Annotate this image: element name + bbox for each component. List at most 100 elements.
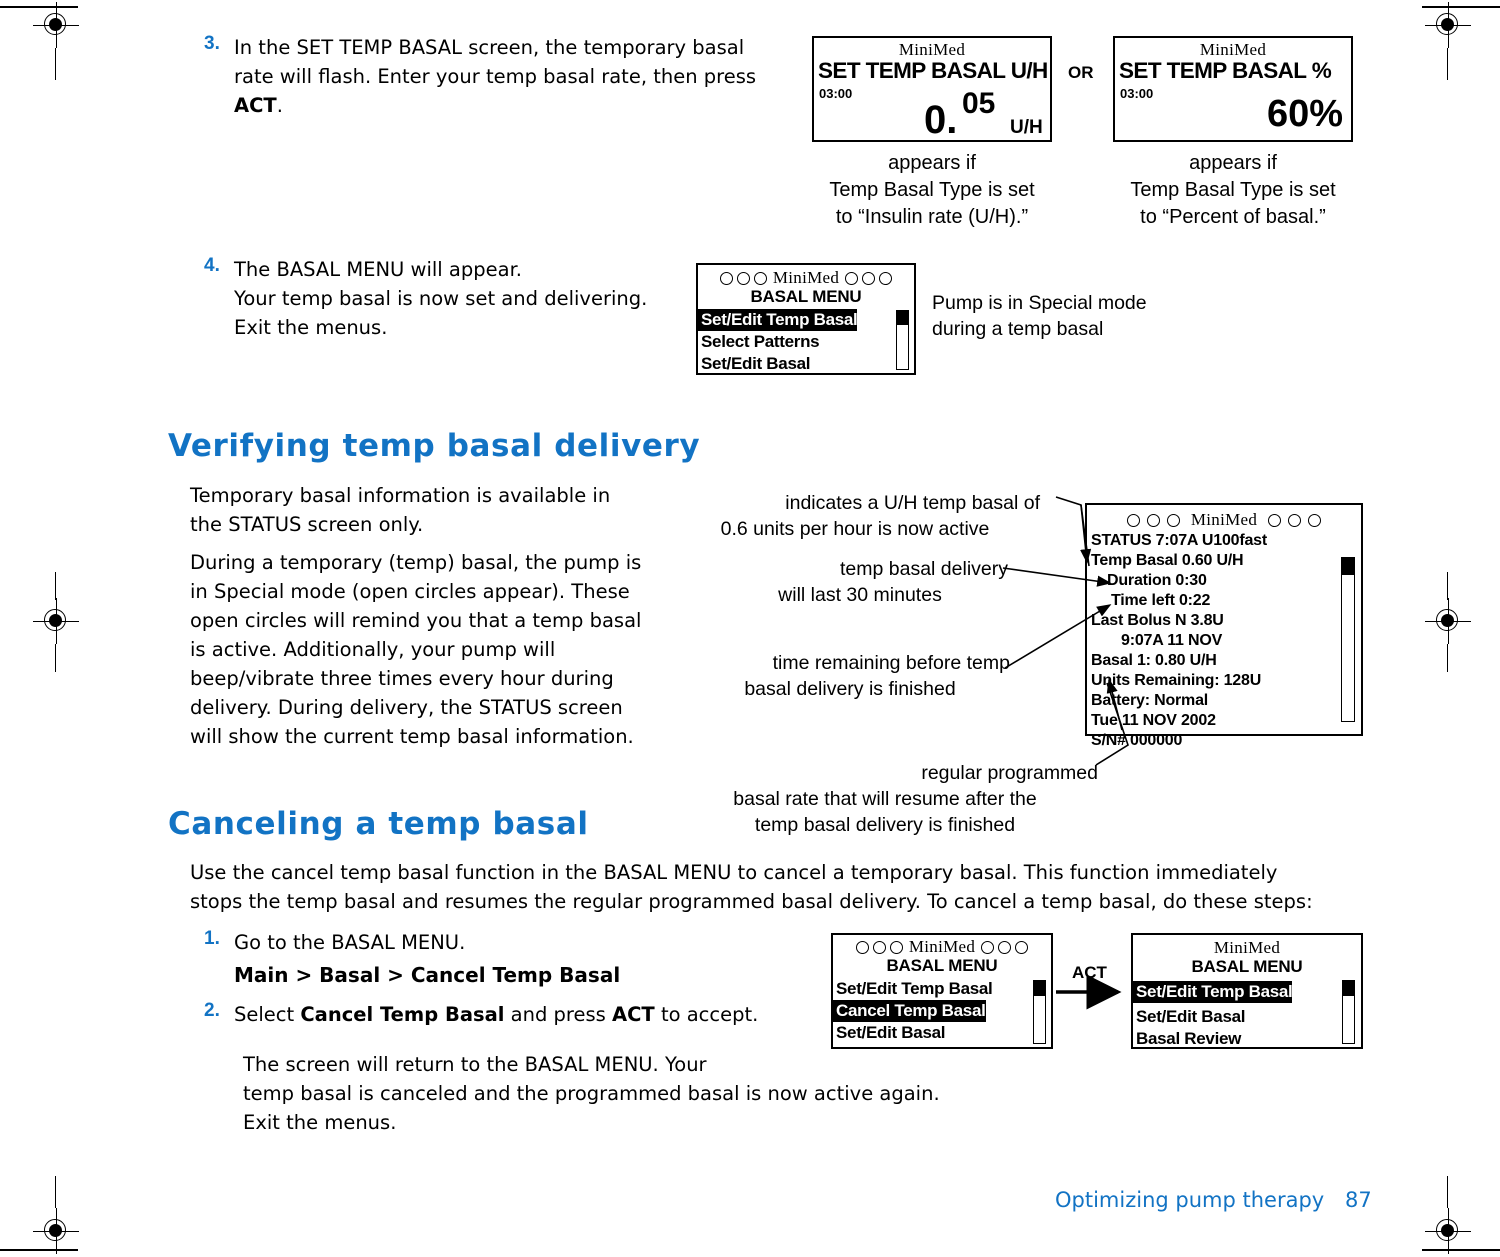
cancel-result-line2: temp basal is canceled and the programme… xyxy=(243,1082,940,1105)
menu-item-label: Select Patterns xyxy=(701,332,820,351)
footer-page-number: 87 xyxy=(1345,1188,1372,1212)
callout-regular-basal-line3: temp basal delivery is finished xyxy=(754,814,1016,836)
callout-duration-line2: will last 30 minutes xyxy=(778,584,942,606)
special-mode-circle-icon xyxy=(981,940,995,954)
step-cancel-2: 2. Select Cancel Temp Basal and press AC… xyxy=(204,1000,824,1029)
step-3-period: . xyxy=(276,94,283,117)
menu-item-select-patterns[interactable]: Select Patterns xyxy=(698,331,914,353)
callout-regular-basal: regular programmed basal rate that will … xyxy=(660,760,1110,838)
menu-item-set-edit-temp-basal[interactable]: Set/Edit Temp Basal xyxy=(1133,981,1361,1003)
menu-item-label: Set/Edit Basal xyxy=(701,354,811,373)
step-cancel-2-act-keyword: ACT xyxy=(612,1003,655,1026)
step-cancel-1: 1. Go to the BASAL MENU. Main > Basal > … xyxy=(204,928,804,990)
menu-item-set-edit-temp-basal[interactable]: Set/Edit Temp Basal xyxy=(833,978,1051,1000)
special-mode-circle-icon xyxy=(753,271,767,285)
menu-item-cancel-temp-basal[interactable]: Cancel Temp Basal xyxy=(833,1000,1051,1022)
cancel-result-line3: Exit the menus. xyxy=(243,1111,397,1134)
verifying-p2-line7: will show the current temp basal informa… xyxy=(190,725,634,748)
registration-mark-top-right xyxy=(1425,2,1471,48)
screen-basal-menu-step4-scrollbar[interactable] xyxy=(896,310,909,370)
status-line-basal-1: Basal 1: 0.80 U/H xyxy=(1091,652,1217,669)
verifying-p2-line5: beep/vibrate three times every hour duri… xyxy=(190,667,614,690)
menu-item-basal-review[interactable]: Basal Review xyxy=(1133,1028,1361,1050)
screen-basal-menu-before-scrollbar[interactable] xyxy=(1033,980,1046,1044)
screen-basal-menu-step4-header: MiniMed xyxy=(698,269,914,287)
screen-uh-brand: MiniMed xyxy=(898,40,966,59)
menu-path-breadcrumb: Main > Basal > Cancel Temp Basal xyxy=(234,963,621,987)
screen-uh-units: U/H xyxy=(1010,117,1043,138)
step-3-line1: In the SET TEMP BASAL screen, the tempor… xyxy=(234,36,745,59)
registration-extension-top-left xyxy=(55,48,57,80)
callout-time-left: time remaining before temp basal deliver… xyxy=(680,650,1020,702)
screen-uh-value-integer: 0. xyxy=(924,98,958,142)
scrollbar-thumb[interactable] xyxy=(1342,558,1354,575)
cancel-result-paragraph: The screen will return to the BASAL MENU… xyxy=(243,1050,1063,1137)
step-4-number: 4. xyxy=(204,255,220,276)
step-cancel-2-menu-item: Cancel Temp Basal xyxy=(300,1003,505,1026)
registration-extension-left-upper xyxy=(55,572,57,600)
special-mode-circle-icon xyxy=(1268,513,1282,527)
step-3-number: 3. xyxy=(204,33,220,54)
verifying-p2-line4: is active. Additionally, your pump will xyxy=(190,638,556,661)
step-3-text: In the SET TEMP BASAL screen, the tempor… xyxy=(234,33,756,120)
screen-basal-menu-before-brand: MiniMed xyxy=(908,937,976,956)
callout-regular-basal-line1: regular programmed xyxy=(921,762,1098,784)
status-line-status: STATUS 7:07A U100fast xyxy=(1091,532,1268,549)
status-line-temp-basal: Temp Basal 0.60 U/H xyxy=(1091,552,1244,569)
menu-item-set-edit-basal[interactable]: Set/Edit Basal xyxy=(1133,1006,1361,1028)
registration-extension-bottom-right xyxy=(1447,1176,1449,1208)
screen-basal-menu-after-cancel: MiniMed BASAL MENU Set/Edit Temp Basal S… xyxy=(1131,933,1363,1049)
screen-uh-time: 03:00 xyxy=(819,86,853,101)
screen-status-scrollbar[interactable] xyxy=(1341,557,1355,722)
callout-temp-basal-rate: indicates a U/H temp basal of 0.6 units … xyxy=(660,490,1050,542)
registration-mark-left-middle xyxy=(33,598,79,644)
menu-item-label: Cancel Temp Basal xyxy=(833,1000,986,1022)
verifying-p2-line3: open circles will remind you that a temp… xyxy=(190,609,642,632)
screen-set-temp-basal-percent: MiniMed SET TEMP BASAL % 03:00 60% xyxy=(1113,36,1353,142)
screen-basal-menu-after-brand: MiniMed xyxy=(1213,938,1281,957)
step-cancel-2-number: 2. xyxy=(204,1000,220,1021)
menu-item-set-edit-basal[interactable]: Set/Edit Basal xyxy=(833,1022,1051,1044)
special-mode-circle-icon xyxy=(998,940,1012,954)
canceling-paragraph: Use the cancel temp basal function in th… xyxy=(190,858,1390,916)
step-4-line1: The BASAL MENU will appear. xyxy=(234,258,523,281)
screen-basal-menu-after-scrollbar[interactable] xyxy=(1342,980,1355,1044)
step-cancel-1-number: 1. xyxy=(204,928,220,949)
step-cancel-2-prefix: Select xyxy=(234,1003,301,1026)
scrollbar-thumb[interactable] xyxy=(1034,981,1045,996)
menu-item-label: Basal Review xyxy=(1136,1029,1242,1048)
note-special-mode: Pump is in Special mode during a temp ba… xyxy=(932,290,1202,342)
scrollbar-thumb[interactable] xyxy=(897,311,908,325)
special-mode-circle-icon xyxy=(872,940,886,954)
screen-status-brand: MiniMed xyxy=(1190,510,1258,529)
step-3-line2: rate will flash. Enter your temp basal r… xyxy=(234,65,757,88)
registration-mark-bottom-left xyxy=(33,1208,79,1254)
registration-extension-right-lower xyxy=(1447,644,1449,672)
menu-item-set-edit-basal[interactable]: Set/Edit Basal xyxy=(698,353,914,375)
screen-pct-brand: MiniMed xyxy=(1199,40,1267,59)
verifying-p2-line1: During a temporary (temp) basal, the pum… xyxy=(190,551,642,574)
caption-percent-line1: appears if xyxy=(1189,152,1277,174)
special-mode-circle-icon xyxy=(1126,513,1140,527)
status-line-battery: Battery: Normal xyxy=(1091,692,1209,709)
special-mode-circle-icon xyxy=(879,271,893,285)
special-mode-circle-icon xyxy=(719,271,733,285)
heading-canceling-a-temp-basal: Canceling a temp basal xyxy=(168,806,589,842)
screen-basal-menu-before-header: MiniMed xyxy=(833,938,1051,956)
screen-status: MiniMed STATUS 7:07A U100fast Temp Basal… xyxy=(1085,503,1363,749)
verifying-p2-line6: delivery. During delivery, the STATUS sc… xyxy=(190,696,623,719)
menu-item-label: Set/Edit Temp Basal xyxy=(698,309,858,331)
screen-pct-title: SET TEMP BASAL % xyxy=(1119,58,1332,83)
status-line-time-left: Time left 0:22 xyxy=(1111,592,1211,609)
footer-section-title: Optimizing pump therapy xyxy=(1055,1188,1325,1212)
cancel-result-line1: The screen will return to the BASAL MENU… xyxy=(243,1053,707,1076)
menu-item-set-edit-temp-basal[interactable]: Set/Edit Temp Basal xyxy=(698,309,914,331)
screen-basal-menu-after-title: BASAL MENU xyxy=(1191,957,1303,976)
verifying-paragraph-1: Temporary basal information is available… xyxy=(190,481,670,539)
scrollbar-thumb[interactable] xyxy=(1343,981,1354,996)
step-3: 3. In the SET TEMP BASAL screen, the tem… xyxy=(204,33,804,120)
step-cancel-2-text: Select Cancel Temp Basal and press ACT t… xyxy=(234,1000,758,1029)
special-mode-circle-icon xyxy=(736,271,750,285)
registration-mark-top-left xyxy=(33,2,79,48)
callout-temp-basal-rate-line1: indicates a U/H temp basal of xyxy=(785,492,1040,514)
